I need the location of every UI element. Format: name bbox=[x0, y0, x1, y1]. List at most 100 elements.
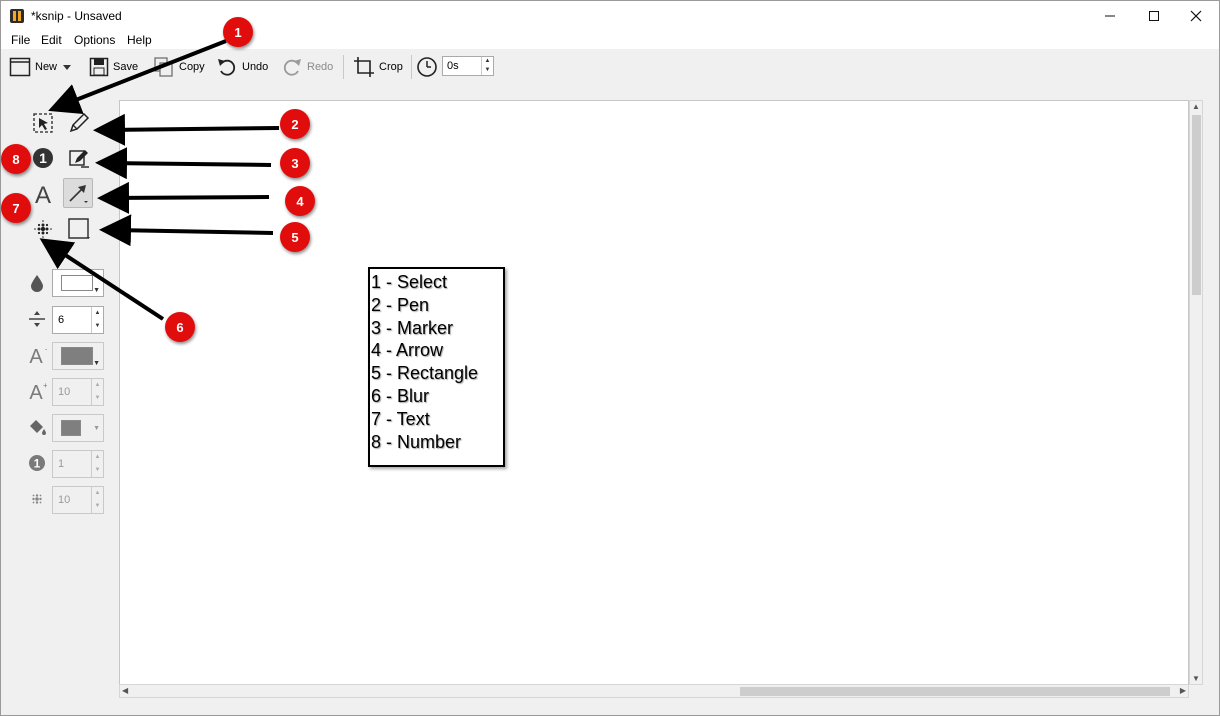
toolbar-separator bbox=[411, 55, 412, 79]
color-picker[interactable]: ▼ bbox=[52, 269, 104, 297]
legend-line: 8 - Number bbox=[371, 431, 462, 452]
number-spinbox[interactable]: 1 ▲ ▼ bbox=[52, 450, 104, 478]
menu-edit[interactable]: Edit bbox=[41, 33, 62, 47]
text-color-picker[interactable]: ▼ bbox=[52, 342, 104, 370]
menu-help[interactable]: Help bbox=[127, 33, 152, 47]
annotation-canvas[interactable] bbox=[119, 100, 1189, 685]
blur-icon bbox=[34, 220, 52, 238]
crop-button[interactable]: Crop bbox=[353, 53, 403, 81]
number-icon: 1 bbox=[33, 148, 53, 168]
copy-icon bbox=[154, 57, 173, 77]
crop-label: Crop bbox=[379, 61, 403, 73]
stroke-spin-arrows[interactable]: ▲ ▼ bbox=[91, 307, 103, 333]
crop-icon bbox=[354, 57, 374, 77]
number-value-icon: 1 bbox=[27, 453, 47, 473]
copy-button[interactable]: Copy bbox=[153, 53, 205, 81]
maximize-button[interactable] bbox=[1131, 1, 1177, 31]
save-label: Save bbox=[113, 61, 139, 73]
tool-pen[interactable] bbox=[64, 108, 94, 138]
undo-label: Undo bbox=[242, 61, 269, 73]
title-bar: *ksnip - Unsaved bbox=[1, 1, 1219, 31]
fill-color-picker[interactable]: ▼ bbox=[52, 414, 104, 442]
maximize-icon bbox=[1149, 11, 1159, 21]
chevron-down-icon: ▼ bbox=[93, 360, 100, 367]
svg-text:A: A bbox=[35, 182, 51, 206]
scroll-right-icon[interactable]: ▶ bbox=[1180, 686, 1186, 695]
horizontal-scrollbar[interactable]: ◀ ▶ bbox=[119, 684, 1189, 698]
delay-spin-arrows[interactable]: ▲ ▼ bbox=[481, 57, 493, 75]
legend-line: 1 - Select bbox=[371, 272, 448, 292]
close-icon bbox=[1190, 10, 1202, 22]
number-badge[interactable]: 2 bbox=[280, 109, 310, 139]
fill-color-swatch bbox=[61, 420, 81, 436]
number-badge[interactable]: 8 bbox=[1, 144, 31, 174]
font-size-icon: A + bbox=[27, 381, 47, 402]
menu-bar: File Edit Options Help bbox=[1, 31, 1219, 49]
tool-text[interactable]: A bbox=[28, 179, 58, 209]
tool-select[interactable] bbox=[28, 108, 58, 138]
number-badge[interactable]: 6 bbox=[165, 312, 195, 342]
new-dropdown-button[interactable] bbox=[62, 53, 76, 81]
chevron-down-icon: ▼ bbox=[93, 425, 100, 432]
legend-line: 3 - Marker bbox=[371, 317, 454, 338]
font-size-spinbox[interactable]: 10 ▲ ▼ bbox=[52, 378, 104, 406]
svg-text:A: A bbox=[29, 382, 43, 402]
svg-text:+: + bbox=[43, 381, 47, 390]
stroke-width-icon bbox=[27, 309, 47, 329]
tool-rectangle[interactable] bbox=[64, 214, 94, 244]
tool-blur[interactable] bbox=[28, 214, 58, 244]
text-color-icon: A+ bbox=[27, 345, 47, 366]
number-badge[interactable]: 3 bbox=[280, 148, 310, 178]
save-button[interactable]: Save bbox=[89, 53, 138, 81]
toolbar-separator bbox=[343, 55, 344, 79]
legend-rectangle-annotation[interactable]: 1 - Select 2 - Pen 3 - Marker 4 - Arrow … bbox=[368, 267, 505, 467]
legend-line: 4 - Arrow bbox=[371, 340, 444, 361]
delay-spinbox[interactable]: 0s ▲ ▼ bbox=[442, 56, 494, 76]
font-spin-arrows[interactable]: ▲ ▼ bbox=[91, 379, 103, 405]
blur-radius-icon bbox=[27, 489, 47, 509]
horizontal-scroll-thumb[interactable] bbox=[740, 687, 1170, 696]
clock-icon bbox=[417, 57, 437, 77]
number-badge[interactable]: 5 bbox=[280, 222, 310, 252]
stroke-width-spinbox[interactable]: 6 ▲ ▼ bbox=[52, 306, 104, 334]
tool-marker[interactable] bbox=[64, 143, 94, 173]
scroll-down-icon[interactable]: ▼ bbox=[1192, 674, 1200, 683]
tool-arrow[interactable] bbox=[63, 178, 93, 208]
undo-button[interactable]: Undo bbox=[216, 53, 268, 81]
redo-button[interactable]: Redo bbox=[281, 53, 333, 81]
number-badge[interactable]: 4 bbox=[285, 186, 315, 216]
menu-options[interactable]: Options bbox=[74, 33, 115, 47]
minimize-icon bbox=[1105, 15, 1115, 17]
new-capture-icon bbox=[9, 57, 31, 77]
arrow-icon bbox=[69, 185, 88, 203]
redo-icon bbox=[283, 59, 301, 76]
blur-spin-arrows[interactable]: ▲ ▼ bbox=[91, 487, 103, 513]
close-button[interactable] bbox=[1173, 1, 1219, 31]
text-color-swatch bbox=[61, 347, 93, 365]
legend-line: 6 - Blur bbox=[371, 385, 430, 406]
number-badge[interactable]: 1 bbox=[223, 17, 253, 47]
minimize-button[interactable] bbox=[1087, 1, 1133, 31]
menu-file[interactable]: File bbox=[11, 33, 30, 47]
ksnip-logo-icon bbox=[10, 9, 24, 23]
number-spin-arrows[interactable]: ▲ ▼ bbox=[91, 451, 103, 477]
new-button[interactable]: New bbox=[9, 53, 57, 81]
chevron-down-icon bbox=[63, 65, 71, 70]
vertical-scroll-thumb[interactable] bbox=[1192, 115, 1201, 295]
tool-number[interactable]: 1 bbox=[28, 143, 58, 173]
rectangle-icon bbox=[68, 218, 90, 239]
text-icon: A bbox=[35, 182, 51, 206]
save-icon bbox=[89, 57, 109, 77]
delay-clock bbox=[416, 53, 442, 81]
number-badge[interactable]: 7 bbox=[1, 193, 31, 223]
number-value: 1 bbox=[58, 458, 65, 470]
color-swatch bbox=[61, 275, 93, 291]
svg-text:1: 1 bbox=[34, 457, 41, 471]
window-title: *ksnip - Unsaved bbox=[31, 9, 122, 23]
fill-bucket-icon bbox=[27, 417, 47, 437]
blur-radius-spinbox[interactable]: 10 ▲ ▼ bbox=[52, 486, 104, 514]
scroll-left-icon[interactable]: ◀ bbox=[122, 686, 128, 695]
font-size-value: 10 bbox=[58, 386, 71, 398]
vertical-scrollbar[interactable]: ▲ ▼ bbox=[1189, 100, 1203, 685]
scroll-up-icon[interactable]: ▲ bbox=[1192, 102, 1200, 111]
